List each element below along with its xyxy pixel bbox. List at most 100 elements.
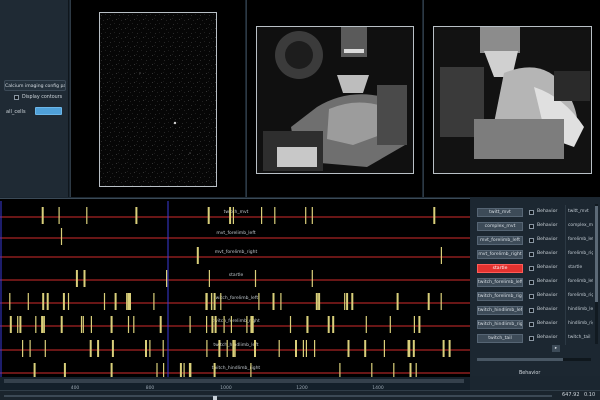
behavior-event[interactable]: [44, 340, 46, 357]
behavior-list-item[interactable]: forelimb_right: [566, 289, 593, 303]
behavior-event[interactable]: [383, 340, 385, 357]
camera-view-right[interactable]: [423, 0, 600, 197]
behavior-event[interactable]: [234, 340, 236, 357]
behavior-event[interactable]: [103, 293, 106, 310]
behavior-event[interactable]: [389, 316, 391, 333]
behavior-event[interactable]: [86, 207, 88, 224]
behavior-event[interactable]: [278, 340, 280, 357]
behavior-list[interactable]: twitt_mvtcomplex_mvtforelimb_leftforelim…: [565, 205, 593, 345]
behavior-checkbox[interactable]: [529, 238, 534, 243]
behavior-toggle-button[interactable]: twitch_forelimb_right: [477, 292, 523, 301]
behavior-event[interactable]: [258, 293, 260, 310]
behavior-event[interactable]: [206, 316, 208, 333]
behavior-event[interactable]: [254, 270, 257, 287]
behavior-checkbox[interactable]: [529, 210, 534, 215]
behavior-checkbox[interactable]: [529, 294, 534, 299]
behavior-event[interactable]: [214, 316, 217, 333]
behavior-event[interactable]: [42, 293, 45, 310]
behavior-list-item[interactable]: twitt_mvt: [566, 205, 593, 219]
behavior-event[interactable]: [145, 340, 147, 357]
behavior-event[interactable]: [189, 316, 191, 333]
behavior-event[interactable]: [442, 340, 445, 357]
calcium-imaging-view[interactable]: [70, 0, 245, 197]
behavior-event[interactable]: [41, 316, 44, 333]
checkbox-box[interactable]: [14, 95, 19, 100]
display-contours-checkbox[interactable]: Display contours: [14, 95, 62, 100]
behavior-toggle-button[interactable]: twitch_tail: [477, 334, 523, 343]
behavior-event[interactable]: [273, 293, 275, 310]
behavior-event[interactable]: [311, 270, 313, 287]
behavior-panel-hscrollbar[interactable]: [477, 358, 591, 361]
behavior-toggle-button[interactable]: twitch_forelimb_left: [477, 278, 523, 287]
behavior-event[interactable]: [302, 340, 304, 357]
timeline-plot[interactable]: twitch_mvt mvt_forelimb_left mvt_forelimb_…: [0, 199, 470, 391]
behavior-event[interactable]: [82, 316, 84, 333]
behavior-event[interactable]: [365, 316, 367, 333]
behavior-timeline[interactable]: twitch_mvt mvt_forelimb_left mvt_forelimb_…: [0, 198, 470, 391]
behavior-event[interactable]: [206, 340, 208, 357]
behavior-event[interactable]: [159, 316, 162, 333]
frame-slider[interactable]: [4, 395, 552, 400]
behavior-event[interactable]: [67, 293, 70, 310]
frame-slider-handle[interactable]: [213, 396, 217, 400]
behavior-event[interactable]: [83, 270, 86, 287]
behavior-event[interactable]: [346, 293, 349, 310]
behavior-toggle-button[interactable]: complex_mvt: [477, 222, 523, 231]
behavior-event[interactable]: [305, 207, 307, 224]
behavior-event[interactable]: [114, 293, 117, 310]
behavior-list-item[interactable]: hindlimb_right: [566, 317, 593, 331]
behavior-event[interactable]: [412, 340, 415, 357]
behavior-event[interactable]: [232, 207, 234, 224]
behavior-event[interactable]: [75, 270, 78, 287]
behavior-event[interactable]: [111, 340, 114, 357]
behavior-event[interactable]: [230, 316, 232, 333]
behavior-event[interactable]: [280, 293, 282, 310]
behavior-event[interactable]: [246, 316, 248, 333]
behavior-event[interactable]: [261, 207, 263, 224]
behavior-event[interactable]: [254, 340, 256, 357]
hscroll-thumb[interactable]: [477, 358, 563, 361]
behavior-checkbox[interactable]: [529, 266, 534, 271]
behavior-event[interactable]: [43, 316, 45, 333]
behavior-event[interactable]: [133, 316, 135, 333]
behavior-event[interactable]: [229, 207, 232, 224]
behavior-event[interactable]: [433, 207, 436, 224]
behavior-event[interactable]: [62, 293, 65, 310]
behavior-event[interactable]: [318, 293, 321, 310]
behavior-toggle-button[interactable]: mvt_forelimb_right: [477, 250, 523, 259]
behavior-event[interactable]: [35, 316, 37, 333]
behavior-event[interactable]: [289, 316, 292, 333]
behavior-list-item[interactable]: twitch_tail: [566, 331, 593, 345]
behavior-event[interactable]: [17, 316, 19, 333]
behavior-checkbox[interactable]: [529, 336, 534, 341]
behavior-event[interactable]: [196, 247, 199, 264]
behavior-event[interactable]: [232, 340, 235, 357]
behavior-event[interactable]: [307, 316, 309, 333]
behavior-event[interactable]: [27, 293, 29, 310]
behavior-event[interactable]: [295, 340, 297, 357]
behavior-event[interactable]: [418, 316, 421, 333]
behavior-event[interactable]: [58, 207, 60, 224]
behavior-event[interactable]: [440, 293, 442, 310]
behavior-checkbox[interactable]: [529, 252, 534, 257]
behavior-event[interactable]: [251, 316, 254, 333]
behavior-event[interactable]: [19, 316, 22, 333]
behavior-event[interactable]: [274, 207, 276, 224]
behavior-event[interactable]: [29, 340, 31, 357]
behavior-event[interactable]: [364, 340, 367, 357]
behavior-event[interactable]: [89, 340, 92, 357]
behavior-event[interactable]: [448, 340, 451, 357]
behavior-event[interactable]: [208, 270, 210, 287]
behavior-event[interactable]: [211, 293, 213, 310]
behavior-event[interactable]: [213, 293, 216, 310]
behavior-event[interactable]: [80, 316, 83, 333]
behavior-list-item[interactable]: complex_mvt: [566, 219, 593, 233]
behavior-toggle-button[interactable]: startle: [477, 264, 523, 273]
behavior-event[interactable]: [153, 293, 155, 310]
behavior-event[interactable]: [135, 207, 138, 224]
behavior-event[interactable]: [60, 316, 63, 333]
behavior-event[interactable]: [332, 316, 335, 333]
behavior-event[interactable]: [41, 207, 44, 224]
behavior-toggle-button[interactable]: twitch_hindlimb_right: [477, 320, 523, 329]
behavior-event[interactable]: [127, 293, 130, 310]
